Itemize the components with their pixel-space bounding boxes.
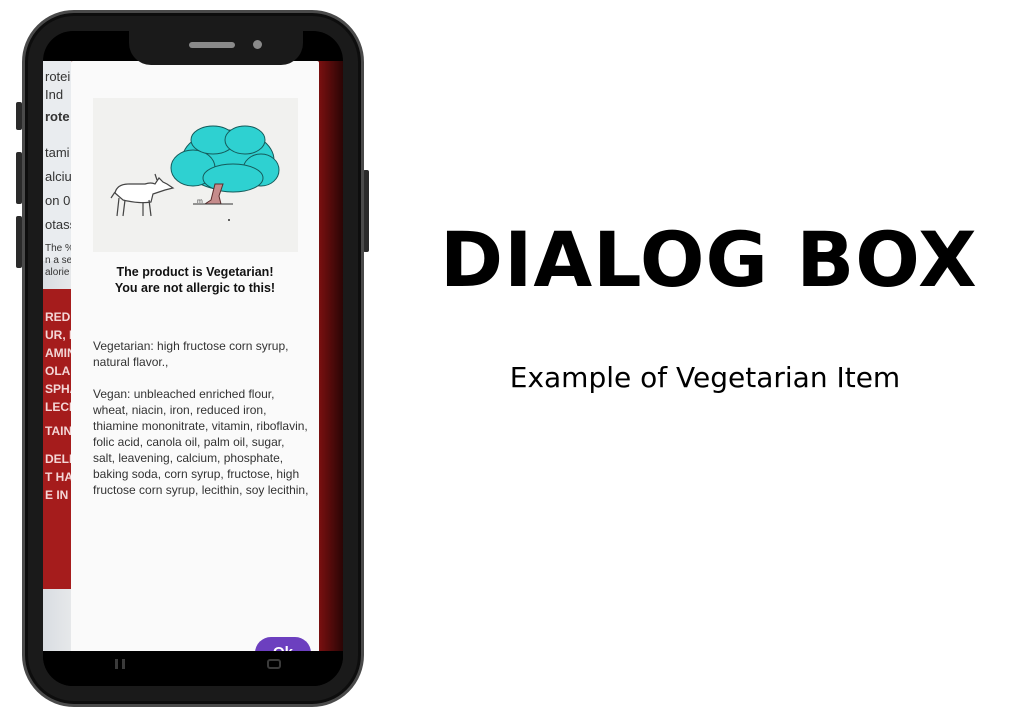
dialog-title-line-2: You are not allergic to this! — [114, 281, 276, 295]
phone-screen: rotei Ind rote tami alciu on 0 otass The… — [43, 31, 343, 686]
page-title: DIALOG BOX — [440, 215, 978, 304]
bg-text-fragment: alciu — [45, 169, 71, 184]
phone-notch — [129, 31, 303, 65]
page-subtitle: Example of Vegetarian Item — [509, 361, 901, 394]
speaker-grille — [189, 42, 235, 48]
dialog-title: The product is Vegetarian! You are not a… — [71, 264, 319, 296]
bg-text-fragment: UR, NI — [45, 328, 71, 342]
vegetarian-ingredients-text: Vegetarian: high fructose corn syrup, na… — [93, 339, 289, 369]
bg-text-fragment: REDIE — [45, 310, 71, 324]
bg-text-fragment: AMIN — [45, 346, 71, 360]
bg-text-fragment: T HAN — [45, 470, 71, 484]
bg-text-fragment: The % — [45, 243, 71, 254]
bg-text-fragment: n a se — [45, 255, 71, 266]
bg-text-fragment: DELE — [45, 452, 71, 466]
bg-text-fragment: E IN — [45, 488, 69, 502]
bg-text-fragment: LECIT — [45, 400, 71, 414]
bg-text-fragment: alorie — [45, 267, 70, 278]
vegan-ingredients-text: Vegan: unbleached enriched flour, wheat,… — [93, 387, 309, 497]
dialog-title-line-1: The product is Vegetarian! — [116, 265, 274, 279]
recents-icon[interactable] — [115, 659, 125, 669]
bg-text-fragment: otass — [45, 217, 71, 232]
camera-feed-edge — [319, 61, 343, 653]
bg-text-fragment: rote — [45, 109, 70, 124]
home-icon[interactable] — [267, 659, 281, 669]
front-camera — [253, 40, 262, 49]
illustration-drawing: m — [110, 125, 280, 221]
bg-text-fragment: rotei — [45, 69, 71, 84]
system-nav-bar — [43, 651, 343, 686]
bg-text-fragment: TAINS — [45, 424, 71, 438]
bg-text-fragment: on 0 — [45, 193, 71, 208]
bg-text-fragment: Ind — [45, 87, 64, 102]
dialog-body: Vegetarian: high fructose corn syrup, na… — [93, 338, 309, 498]
bg-text-fragment: SPHA — [45, 382, 71, 396]
goat-under-tree-illustration: m — [93, 98, 298, 252]
bg-text-fragment: tami — [45, 145, 70, 160]
bg-text-fragment: OLA O — [45, 364, 71, 378]
svg-text:m: m — [197, 198, 203, 205]
vegetarian-dialog: m The product is Vegetarian! You are not… — [71, 61, 319, 669]
phone-frame: rotei Ind rote tami alciu on 0 otass The… — [22, 10, 364, 707]
